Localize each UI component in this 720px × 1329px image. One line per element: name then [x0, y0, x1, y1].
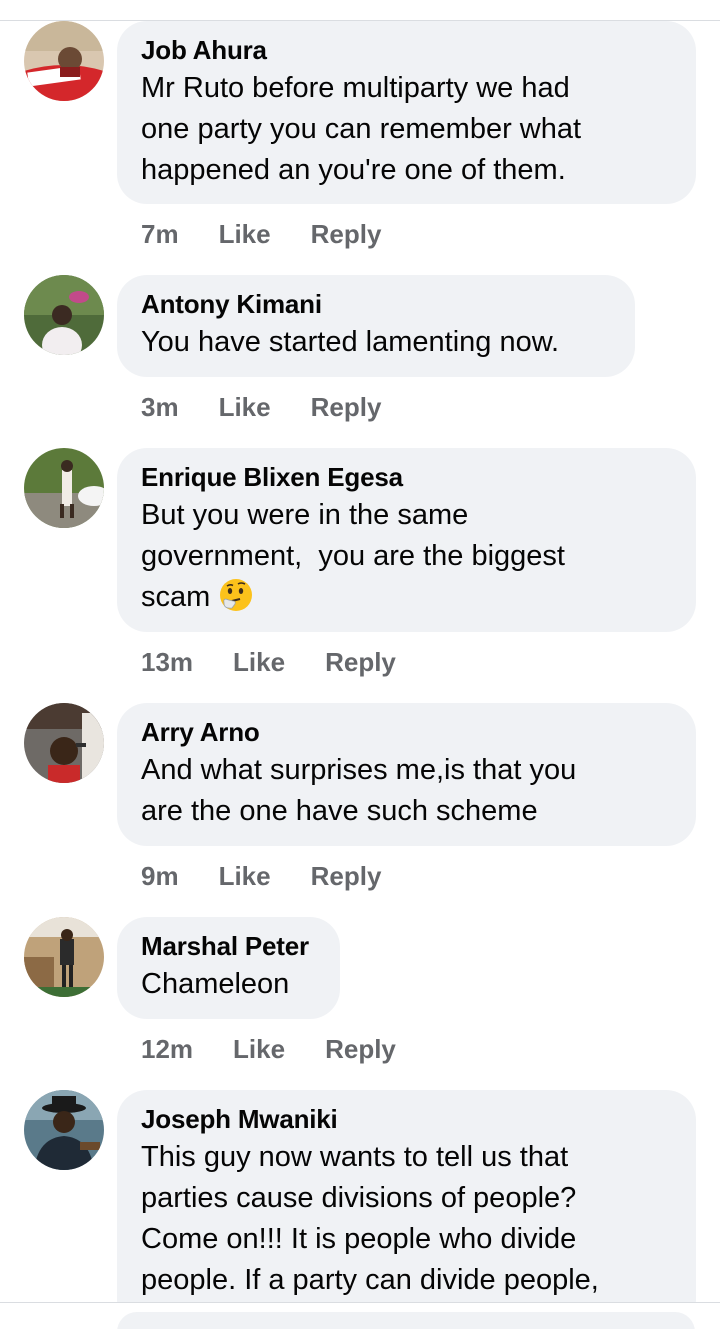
comment-timestamp[interactable]: 12m: [141, 1033, 193, 1065]
comment-text: You have started lamenting now.: [141, 326, 560, 358]
like-button[interactable]: Like: [219, 860, 271, 892]
reply-button[interactable]: Reply: [325, 1033, 396, 1065]
comment-bubble: Antony Kimani You have started lamenting…: [117, 275, 635, 377]
comment-text-content: But you were in the same government, you…: [141, 499, 565, 613]
next-comment-bubble: [117, 1312, 695, 1329]
comment-actions: 3m Like Reply: [141, 391, 381, 423]
like-button[interactable]: Like: [219, 218, 271, 250]
comment-author[interactable]: Antony Kimani: [141, 289, 611, 319]
comment-timestamp[interactable]: 9m: [141, 860, 179, 892]
comment-author[interactable]: Arry Arno: [141, 717, 672, 747]
reply-button[interactable]: Reply: [311, 391, 382, 423]
profile-photo-icon: [24, 448, 104, 528]
comment-timestamp[interactable]: 7m: [141, 218, 179, 250]
comment-text: This guy now wants to tell us that parti…: [141, 1141, 599, 1296]
comment-author[interactable]: Enrique Blixen Egesa: [141, 462, 672, 492]
comment-author[interactable]: Marshal Peter: [141, 931, 316, 961]
avatar[interactable]: [24, 1090, 104, 1170]
comment-author[interactable]: Joseph Mwaniki: [141, 1104, 672, 1134]
avatar[interactable]: [24, 448, 104, 528]
comment-actions: 13m Like Reply: [141, 646, 396, 678]
like-button[interactable]: Like: [233, 646, 285, 678]
profile-photo-icon: [24, 1090, 104, 1170]
comment-text: But you were in the same government, you…: [141, 495, 672, 618]
profile-photo-icon: [24, 703, 104, 783]
profile-photo-icon: [24, 275, 104, 355]
like-button[interactable]: Like: [233, 1033, 285, 1065]
profile-photo-icon: [24, 917, 104, 997]
avatar[interactable]: [24, 21, 104, 101]
comment-text: Chameleon: [141, 968, 290, 1000]
like-button[interactable]: Like: [219, 391, 271, 423]
comment-actions: 7m Like Reply: [141, 218, 381, 250]
avatar[interactable]: [24, 275, 104, 355]
comment-actions: 12m Like Reply: [141, 1033, 396, 1065]
reply-button[interactable]: Reply: [311, 218, 382, 250]
comment-timestamp[interactable]: 13m: [141, 646, 193, 678]
comment-actions: 9m Like Reply: [141, 860, 381, 892]
thinking-face-icon: [218, 577, 254, 613]
reply-button[interactable]: Reply: [325, 646, 396, 678]
avatar[interactable]: [24, 917, 104, 997]
comment-bubble: Joseph Mwaniki This guy now wants to tel…: [117, 1090, 696, 1329]
profile-photo-icon: [24, 21, 104, 101]
comment-text: Mr Ruto before multiparty we had one par…: [141, 72, 582, 186]
avatar[interactable]: [24, 703, 104, 783]
comment-bubble: Marshal Peter Chameleon: [117, 917, 340, 1019]
comment-bubble: Job Ahura Mr Ruto before multiparty we h…: [117, 21, 696, 204]
comment-bubble: Arry Arno And what surprises me,is that …: [117, 703, 696, 846]
comment-author[interactable]: Job Ahura: [141, 35, 672, 65]
comment-bubble: Enrique Blixen Egesa But you were in the…: [117, 448, 696, 632]
reply-button[interactable]: Reply: [311, 860, 382, 892]
comment-timestamp[interactable]: 3m: [141, 391, 179, 423]
comment-text: And what surprises me,is that you are th…: [141, 754, 577, 827]
